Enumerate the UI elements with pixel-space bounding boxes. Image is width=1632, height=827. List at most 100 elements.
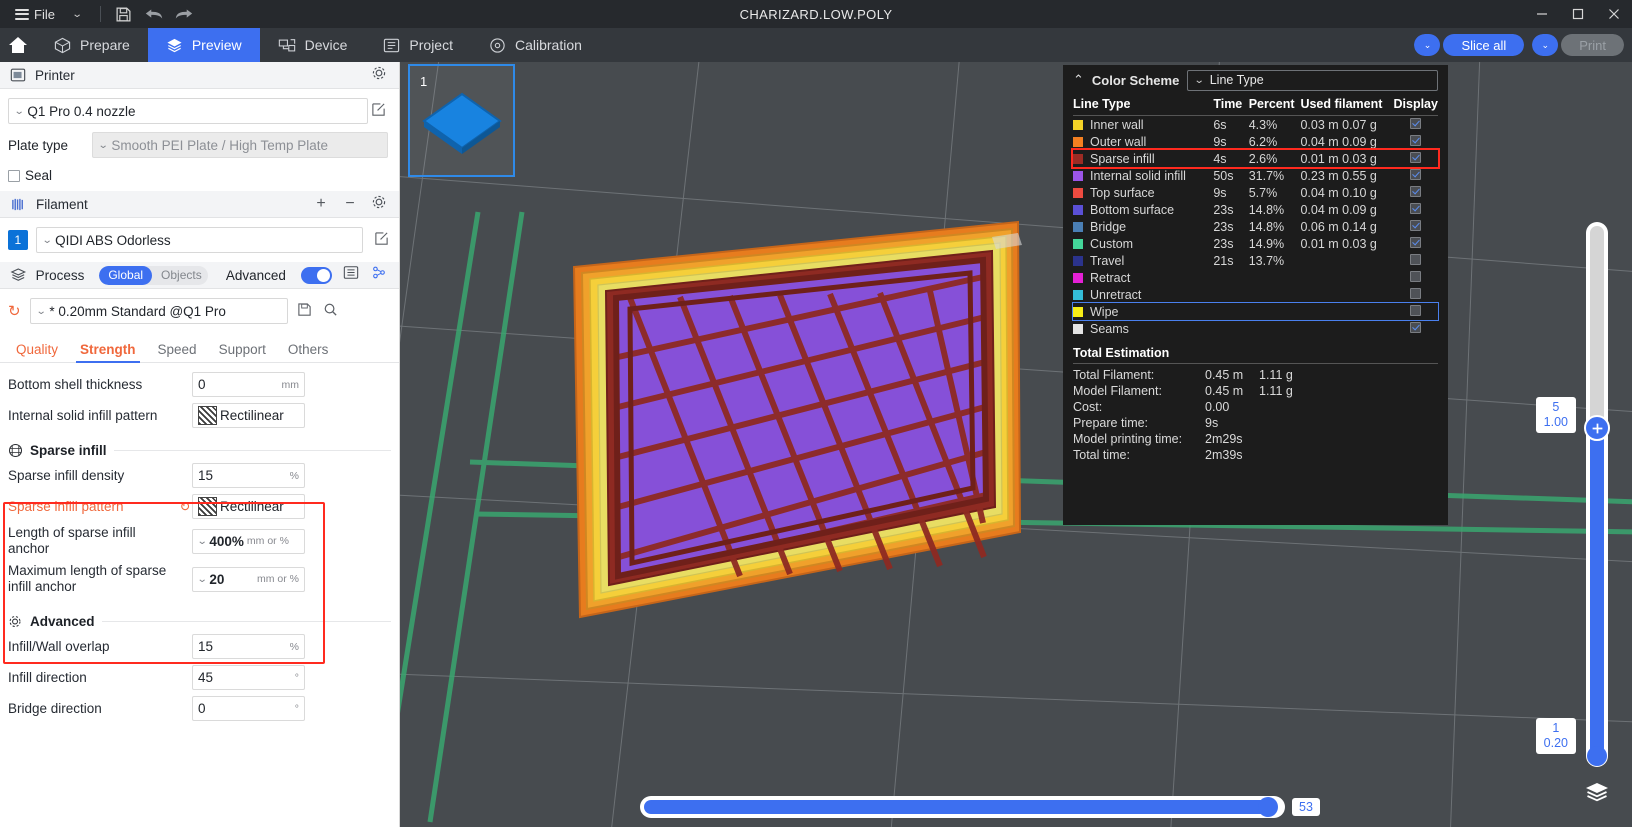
display-checkbox[interactable] (1410, 304, 1422, 316)
tab-support[interactable]: Support (211, 342, 280, 362)
line-type-row[interactable]: Outer wall 9s 6.2% 0.04 m 0.09 g (1073, 133, 1438, 150)
undo-button[interactable] (139, 0, 169, 28)
maximum-length-of-sparse-infill-anchor-select[interactable]: ⌄ 20 mm or % (192, 566, 305, 592)
display-checkbox[interactable] (1410, 168, 1422, 180)
display-checkbox[interactable] (1410, 287, 1422, 299)
file-menu-button[interactable]: File (8, 0, 62, 28)
display-checkbox[interactable] (1410, 202, 1422, 214)
tab-calibration[interactable]: Calibration (471, 28, 600, 62)
line-type-row[interactable]: Inner wall 6s 4.3% 0.03 m 0.07 g (1073, 116, 1438, 134)
plate-thumbnail[interactable]: 1 (408, 64, 515, 177)
minimize-button[interactable] (1524, 0, 1560, 28)
filament-index-badge[interactable]: 1 (8, 230, 28, 250)
line-type-label: Unretract (1090, 287, 1142, 302)
sparse-infill-density-input[interactable]: 15 % (192, 463, 305, 488)
add-filament-button[interactable]: + (311, 195, 331, 213)
tab-speed[interactable]: Speed (150, 342, 211, 362)
save-button[interactable] (109, 0, 139, 28)
display-checkbox[interactable] (1410, 253, 1422, 265)
display-checkbox[interactable] (1410, 236, 1422, 248)
bridge-direction-input[interactable]: 0 ° (192, 696, 305, 721)
line-type-row[interactable]: Wipe (1072, 302, 1439, 321)
tab-project[interactable]: Project (365, 28, 471, 62)
tab-device[interactable]: Device (260, 28, 366, 62)
display-checkbox[interactable] (1410, 185, 1422, 197)
column-header-time: Time (1213, 95, 1249, 116)
column-header-used-filament: Used filament (1300, 95, 1394, 116)
3d-viewport[interactable]: 1 ⌃ Color Scheme ⌄ Line Type Line Type T… (400, 62, 1632, 827)
compare-presets-button[interactable] (370, 265, 389, 285)
field-value: 45 (198, 670, 214, 685)
filament-preset-edit-button[interactable] (371, 231, 391, 249)
reset-process-preset-button[interactable]: ↻ (8, 302, 24, 320)
line-type-row[interactable]: Top surface 9s 5.7% 0.04 m 0.10 g (1073, 184, 1438, 201)
layer-view-toggle-button[interactable] (1584, 780, 1610, 809)
printer-preset-edit-button[interactable] (368, 102, 388, 120)
parameter-list-view-button[interactable] (341, 265, 360, 285)
line-type-row[interactable]: Custom 23s 14.9% 0.01 m 0.03 g (1073, 235, 1438, 252)
reset-sparse-infill-pattern-button[interactable]: ↻ (178, 499, 192, 515)
length-of-sparse-infill-anchor-select[interactable]: ⌄ 400% mm or % (192, 528, 305, 554)
slice-all-dropdown-button[interactable]: ⌄ (1414, 34, 1441, 56)
filament-preset-select[interactable]: ⌄ QIDI ABS Odorless (35, 227, 364, 253)
tab-preview[interactable]: Preview (147, 28, 260, 62)
close-button[interactable] (1596, 0, 1632, 28)
display-checkbox[interactable] (1410, 321, 1422, 333)
move-slider-handle[interactable] (1258, 797, 1278, 817)
line-type-row[interactable]: Bottom surface 23s 14.8% 0.04 m 0.09 g (1073, 201, 1438, 218)
internal-solid-infill-pattern-select[interactable]: Rectilinear (192, 403, 305, 428)
scope-objects-option[interactable]: Objects (152, 266, 208, 285)
maximize-button[interactable] (1560, 0, 1596, 28)
printer-settings-gear-button[interactable] (369, 65, 389, 86)
line-type-row[interactable]: Seams (1073, 320, 1438, 337)
layer-slider-upper-handle[interactable] (1584, 415, 1610, 441)
line-type-row[interactable]: Internal solid infill 50s 31.7% 0.23 m 0.55… (1073, 167, 1438, 184)
color-scheme-mode-select[interactable]: ⌄ Line Type (1187, 69, 1438, 91)
home-button[interactable] (0, 28, 36, 62)
line-type-row[interactable]: Bridge 23s 14.8% 0.06 m 0.14 g (1073, 218, 1438, 235)
infill-direction-input[interactable]: 45 ° (192, 665, 305, 690)
field-maximum-length-of-sparse-infill-anchor: Maximum length of sparse infill anchor ⌄… (0, 560, 399, 598)
scope-global-option[interactable]: Global (99, 265, 153, 285)
process-scope-toggle[interactable]: Global Objects (99, 265, 208, 285)
redo-button[interactable] (169, 0, 199, 28)
line-type-row[interactable]: Unretract (1073, 286, 1438, 303)
line-type-table: Line Type Time Percent Used filament Dis… (1071, 95, 1440, 337)
printer-preset-select[interactable]: ⌄ Q1 Pro 0.4 nozzle (8, 98, 368, 124)
save-preset-button[interactable] (294, 302, 314, 320)
line-type-used-filament-cell: 0.04 m 0.09 g (1300, 202, 1377, 217)
slice-all-split-button[interactable]: ⌄ Slice all (1414, 34, 1525, 56)
plate-type-select[interactable]: ⌄ Smooth PEI Plate / High Temp Plate (92, 132, 388, 158)
seal-row[interactable]: Seal (0, 158, 399, 183)
slice-all-button[interactable]: Slice all (1443, 34, 1525, 56)
display-checkbox[interactable] (1410, 270, 1422, 282)
line-type-row[interactable]: Retract (1073, 269, 1438, 286)
tab-quality[interactable]: Quality (8, 342, 72, 362)
search-settings-button[interactable] (320, 302, 340, 320)
advanced-toggle[interactable] (300, 266, 333, 284)
display-checkbox[interactable] (1410, 117, 1422, 129)
move-slider-horizontal[interactable]: 53 (640, 796, 1320, 818)
collapse-icon[interactable]: ⌃ (1073, 72, 1084, 88)
infill-wall-overlap-input[interactable]: 15 % (192, 634, 305, 659)
display-checkbox[interactable] (1410, 134, 1422, 146)
tab-strength[interactable]: Strength (72, 342, 150, 363)
filament-settings-gear-button[interactable] (369, 194, 389, 215)
tab-others[interactable]: Others (280, 342, 343, 362)
print-button[interactable]: Print (1561, 34, 1624, 56)
seal-checkbox[interactable] (8, 169, 20, 182)
layer-slider-lower-handle[interactable] (1587, 746, 1607, 766)
layer-slider-vertical[interactable] (1584, 222, 1610, 767)
display-checkbox[interactable] (1410, 151, 1422, 163)
print-split-button[interactable]: ⌄ Print (1532, 34, 1624, 56)
line-type-row[interactable]: Travel 21s 13.7% (1073, 252, 1438, 269)
print-dropdown-button[interactable]: ⌄ (1532, 34, 1559, 56)
sparse-infill-pattern-select[interactable]: Rectilinear (192, 494, 305, 519)
display-checkbox[interactable] (1410, 219, 1422, 231)
process-preset-select[interactable]: ⌄ * 0.20mm Standard @Q1 Pro (30, 298, 288, 324)
file-menu-dropdown-button[interactable]: ⌄ (62, 0, 92, 28)
tab-prepare[interactable]: Prepare (36, 28, 148, 62)
bottom-shell-thickness-input[interactable]: 0 mm (192, 372, 305, 397)
remove-filament-button[interactable]: − (340, 195, 360, 213)
line-type-row[interactable]: Sparse infill 4s 2.6% 0.01 m 0.03 g (1071, 148, 1440, 169)
